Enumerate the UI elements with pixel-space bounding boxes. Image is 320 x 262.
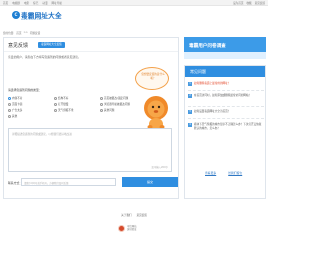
faq-footer: 查看更多 给我们留言: [205, 171, 242, 175]
bookmark-link[interactable]: 收藏: [246, 1, 251, 5]
radio-selected-icon[interactable]: [8, 96, 11, 100]
divider: [188, 118, 264, 119]
breadcrumb-label: 您的位置:: [3, 32, 15, 35]
issue-option[interactable]: 浏览器导航被篡改问题: [100, 102, 130, 106]
top-link[interactable]: 首页: [3, 1, 8, 5]
issue-option-label: 结构不好: [58, 97, 69, 100]
char-counter: 还可输入200字: [151, 166, 168, 169]
issue-option[interactable]: 其他: [8, 114, 17, 118]
trust-badge-line: 身份验证: [127, 228, 137, 232]
issue-option[interactable]: 结构不好: [54, 96, 68, 100]
footer-links: 关于我们 意见反馈: [0, 213, 268, 217]
issue-option-label: 内容不对: [12, 97, 23, 100]
faq-title: 常见问题: [190, 69, 206, 74]
radio-icon[interactable]: [8, 108, 11, 112]
banner-text: 毒霸用户问卷调查: [189, 44, 226, 49]
issue-option-label: 广告太多: [12, 109, 23, 112]
top-link[interactable]: 综艺: [33, 1, 38, 5]
radio-icon[interactable]: [100, 102, 103, 106]
issue-option[interactable]: 首页被篡改/锁定问题: [100, 96, 128, 100]
submit-button[interactable]: 提交: [122, 177, 178, 187]
trust-seal-icon: [118, 225, 125, 232]
top-bar: 首页 电视剧 电影 综艺 动漫 网址导航 设为首页 收藏 意见反馈: [0, 0, 268, 6]
contact-input[interactable]: 请留下QQ号或手机号，方便我们及时反馈: [21, 178, 116, 186]
breadcrumb-separator: >>: [23, 31, 28, 34]
set-homepage-link[interactable]: 设为首页: [233, 1, 243, 5]
issue-option-label: 天气预报不准: [58, 109, 74, 112]
breadcrumb: 您的位置: 首页 >> 问题反馈: [3, 31, 40, 35]
faq-question[interactable]: 如何设置毒霸网址大全为首页？: [194, 110, 264, 114]
top-link[interactable]: 动漫: [42, 1, 47, 5]
contact-label: 联系方式：: [8, 181, 22, 185]
faq-question[interactable]: 在首页访问时，如何添加或删除最常访问的网站？: [194, 94, 264, 98]
feedback-intro: 亲爱的用户，请您在下方填写您遇到的问题或者意见建议。: [8, 55, 81, 59]
feedback-badge: 毒霸网址大全反馈: [38, 42, 65, 48]
faq-header: 常见问题: [185, 66, 265, 77]
issue-option-label: 浏览器导航被篡改问题: [104, 103, 130, 106]
choose-type-label: 请选择您遇到问题的类型：: [8, 88, 42, 92]
trust-badge-text: 可信网站 身份验证: [127, 225, 137, 232]
faq-number: 3: [188, 110, 192, 114]
issue-option-label: 其他问题: [104, 109, 115, 112]
feedback-panel: 意见反馈 毒霸网址大全反馈 亲爱的用户，请您在下方填写您遇到的问题或者意见建议。…: [3, 37, 179, 199]
issue-option[interactable]: 打开很慢: [54, 102, 68, 106]
faq-number: 4: [188, 123, 192, 127]
faq-panel: 常见问题 1 如何删除毒霸上最常用的网址？ 2 在首页访问时，如何添加或删除最常…: [184, 65, 266, 199]
footer-feedback-link[interactable]: 意见反馈: [137, 213, 147, 217]
issue-option[interactable]: 页面卡顿: [8, 102, 22, 106]
speech-bubble: 您想要反馈的是什么呢？: [135, 67, 169, 90]
trust-badge[interactable]: 可信网站 身份验证: [114, 224, 156, 234]
view-more-link[interactable]: 查看更多: [205, 171, 216, 175]
issue-option[interactable]: 其他问题: [100, 108, 114, 112]
top-link[interactable]: 网址导航: [52, 1, 62, 5]
divider: [188, 106, 264, 107]
issue-option-label: 其他: [12, 115, 18, 118]
feedback-header: 意见反馈 毒霸网址大全反馈: [4, 38, 178, 52]
faq-question[interactable]: 如何删除毒霸上最常用的网址？: [194, 82, 264, 86]
faq-number: 2: [188, 94, 192, 98]
top-links: 首页 电视剧 电影 综艺 动漫 网址导航: [3, 1, 62, 5]
leave-message-link[interactable]: 给我们留言: [228, 171, 242, 175]
logo-url: www.duba.com: [21, 18, 43, 21]
issue-option[interactable]: 广告太多: [8, 108, 22, 112]
page-footer: 关于我们 意见反馈 可信网站 身份验证: [0, 213, 268, 232]
issue-option[interactable]: 天气预报不准: [54, 108, 74, 112]
feedback-link[interactable]: 意见反馈: [255, 1, 265, 5]
contact-placeholder: 请留下QQ号或手机号，方便我们及时反馈: [24, 182, 69, 185]
radio-icon[interactable]: [54, 102, 57, 106]
logo-icon: C: [12, 11, 20, 19]
radio-icon[interactable]: [8, 114, 11, 118]
faq-question[interactable]: 模块下天气预报的城市显示不正确怎么办？下次打开又恢复默认的城市，怎么办？: [194, 123, 264, 130]
radio-icon[interactable]: [8, 102, 11, 106]
radio-icon[interactable]: [54, 108, 57, 112]
issue-option-label: 页面卡顿: [12, 103, 23, 106]
top-right-links: 设为首页 收藏 意见反馈: [233, 1, 265, 5]
about-us-link[interactable]: 关于我们: [121, 213, 131, 217]
radio-icon[interactable]: [100, 96, 103, 100]
site-logo[interactable]: C 毒霸网址大全 www.duba.com: [12, 10, 82, 24]
top-link[interactable]: 电影: [24, 1, 29, 5]
banner-decoration: [184, 52, 266, 59]
textarea-placeholder: 详细描述您遇到的问题或建议，以便我们更好地改进: [12, 133, 72, 136]
feedback-title: 意见反馈: [8, 43, 29, 49]
issue-option[interactable]: 内容不对: [8, 96, 22, 100]
breadcrumb-home[interactable]: 首页: [16, 31, 21, 35]
top-link[interactable]: 电视剧: [12, 1, 20, 5]
breadcrumb-current: 问题反馈: [29, 32, 41, 35]
mascot-lion-icon: [144, 96, 168, 130]
speech-bubble-text: 您想要反馈的是什么呢？: [141, 73, 165, 80]
faq-number: 1: [188, 82, 192, 86]
issue-option-label: 首页被篡改/锁定问题: [104, 97, 129, 100]
radio-icon[interactable]: [100, 108, 103, 112]
issue-option-label: 打开很慢: [58, 103, 69, 106]
survey-banner[interactable]: 毒霸用户问卷调查: [184, 37, 266, 59]
divider: [188, 90, 264, 91]
feedback-textarea[interactable]: 详细描述您遇到的问题或建议，以便我们更好地改进 还可输入200字: [8, 128, 172, 172]
radio-icon[interactable]: [54, 96, 57, 100]
